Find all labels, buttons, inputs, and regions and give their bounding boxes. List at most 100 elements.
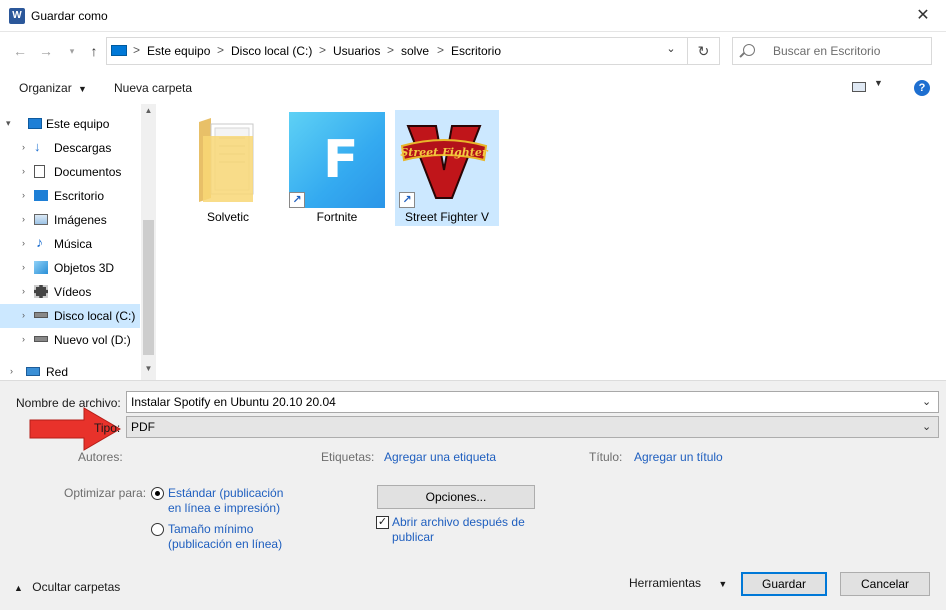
- file-item-label: Fortnite: [316, 210, 358, 224]
- tools-button[interactable]: Herramientas ▼: [629, 576, 727, 590]
- breadcrumb-solve[interactable]: solve: [401, 44, 429, 58]
- folder-icon: [199, 118, 254, 202]
- sidebar-item-escritorio[interactable]: › Escritorio: [0, 184, 140, 208]
- chevron-right-icon[interactable]: ›: [22, 190, 25, 200]
- options-button[interactable]: Opciones...: [377, 485, 535, 509]
- close-icon[interactable]: ✕: [908, 4, 938, 28]
- sidebar-item-documentos[interactable]: › Documentos: [0, 160, 140, 184]
- breadcrumb-separator: >: [319, 43, 327, 57]
- optimize-minimum-line1: Tamaño mínimo: [168, 522, 254, 536]
- word-icon: W: [9, 8, 25, 24]
- search-placeholder: Buscar en Escritorio: [773, 44, 881, 58]
- pictures-icon: [34, 214, 48, 225]
- optimize-minimum-radio[interactable]: [151, 523, 164, 536]
- title-bar: W Guardar como ✕: [0, 0, 946, 32]
- window-title: Guardar como: [31, 9, 108, 23]
- desktop-icon: [34, 190, 48, 201]
- new-folder-button[interactable]: Nueva carpeta: [114, 81, 192, 95]
- filename-field[interactable]: Instalar Spotify en Ubuntu 20.10 20.04 ⌄: [126, 391, 939, 413]
- breadcrumb-separator: >: [217, 43, 225, 57]
- chevron-down-icon[interactable]: ⌄: [922, 395, 931, 408]
- optimize-standard-line1: Estándar (publicación: [168, 486, 284, 500]
- address-bar[interactable]: > Este equipo > Disco local (C:) > Usuar…: [106, 37, 688, 65]
- sidebar-item-imagenes[interactable]: › Imágenes: [0, 208, 140, 232]
- svg-text:Street Fighter: Street Fighter: [400, 146, 488, 159]
- tags-label: Etiquetas:: [321, 450, 375, 464]
- add-tag-link[interactable]: Agregar una etiqueta: [384, 450, 496, 464]
- type-label: Tipo:: [94, 421, 121, 435]
- open-after-publish-checkbox[interactable]: ✓: [376, 516, 389, 529]
- cancel-button[interactable]: Cancelar: [840, 572, 930, 596]
- 3d-objects-icon: [34, 261, 48, 274]
- documents-icon: [34, 165, 45, 178]
- chevron-right-icon[interactable]: ›: [22, 166, 25, 176]
- help-icon[interactable]: ?: [914, 80, 930, 96]
- chevron-right-icon[interactable]: ›: [10, 366, 13, 376]
- scroll-up-icon[interactable]: ▲: [141, 106, 156, 120]
- view-options-icon[interactable]: [852, 82, 866, 92]
- organize-button[interactable]: Organizar ▼: [19, 81, 87, 95]
- sidebar-item-videos[interactable]: › Vídeos: [0, 280, 140, 304]
- breadcrumb-usuarios[interactable]: Usuarios: [333, 44, 380, 58]
- chevron-right-icon[interactable]: ›: [22, 310, 25, 320]
- filename-value: Instalar Spotify en Ubuntu 20.10 20.04: [131, 395, 336, 409]
- chevron-down-icon: ▼: [718, 579, 728, 589]
- breadcrumb-separator: >: [387, 43, 395, 57]
- add-title-link[interactable]: Agregar un título: [634, 450, 723, 464]
- chevron-right-icon[interactable]: ›: [22, 286, 25, 296]
- file-type-value: PDF: [131, 420, 155, 434]
- search-input[interactable]: Buscar en Escritorio: [732, 37, 932, 65]
- hide-folders-label: Ocultar carpetas: [32, 580, 121, 594]
- tools-label: Herramientas: [629, 576, 702, 590]
- breadcrumb-este-equipo[interactable]: Este equipo: [147, 44, 210, 58]
- open-after-publish-label[interactable]: Abrir archivo después de publicar: [392, 515, 525, 545]
- optimize-standard-label[interactable]: Estándar (publicación en línea e impresi…: [168, 486, 283, 516]
- sidebar-item-label: Documentos: [54, 165, 122, 179]
- sidebar-item-label: Descargas: [54, 141, 112, 155]
- file-type-select[interactable]: PDF ⌄: [126, 416, 939, 438]
- sidebar-item-objetos-3d[interactable]: › Objetos 3D: [0, 256, 140, 280]
- hide-folders-button[interactable]: ▲ Ocultar carpetas: [14, 580, 120, 594]
- save-button[interactable]: Guardar: [741, 572, 827, 596]
- file-item-label: Street Fighter V: [404, 210, 490, 224]
- sidebar-item-label: Objetos 3D: [54, 261, 115, 275]
- network-icon: [26, 367, 40, 376]
- chevron-right-icon[interactable]: ›: [22, 334, 25, 344]
- optimize-minimum-label[interactable]: Tamaño mínimo (publicación en línea): [168, 522, 282, 552]
- up-icon[interactable]: ↑: [84, 40, 104, 62]
- back-icon[interactable]: ←: [10, 40, 30, 62]
- sidebar-item-label: Escritorio: [54, 189, 105, 203]
- sidebar-item-nuevo-vol-d[interactable]: › Nuevo vol (D:): [0, 328, 140, 352]
- chevron-down-icon[interactable]: ▼: [874, 78, 883, 88]
- drive-icon: [34, 336, 48, 342]
- scrollbar-thumb[interactable]: [143, 220, 154, 355]
- chevron-right-icon[interactable]: ›: [22, 214, 25, 224]
- chevron-down-icon[interactable]: ⌄: [661, 42, 681, 60]
- scroll-down-icon[interactable]: ▼: [141, 364, 156, 378]
- title-label: Título:: [589, 450, 623, 464]
- breadcrumb-separator: >: [133, 43, 141, 57]
- sidebar-item-label: Este equipo: [46, 117, 110, 131]
- videos-icon: [34, 285, 48, 298]
- sidebar-item-descargas[interactable]: › ↓ Descargas: [0, 136, 140, 160]
- breadcrumb-escritorio[interactable]: Escritorio: [451, 44, 501, 58]
- sidebar-item-musica[interactable]: › ♪ Música: [0, 232, 140, 256]
- optimize-standard-radio[interactable]: [151, 487, 164, 500]
- sidebar-item-este-equipo[interactable]: Este equipo: [0, 112, 140, 136]
- chevron-right-icon[interactable]: ›: [22, 142, 25, 152]
- sidebar-item-label: Música: [54, 237, 93, 251]
- recent-dropdown-icon[interactable]: ▾: [62, 40, 82, 62]
- breadcrumb-disco-local[interactable]: Disco local (C:): [231, 44, 312, 58]
- refresh-icon[interactable]: ↻: [688, 37, 720, 65]
- chevron-right-icon[interactable]: ›: [22, 238, 25, 248]
- optimize-label: Optimizar para:: [64, 486, 147, 500]
- chevron-right-icon[interactable]: ›: [22, 262, 25, 272]
- organize-label: Organizar: [19, 81, 72, 95]
- sidebar-item-disco-local-c[interactable]: › Disco local (C:): [0, 304, 140, 328]
- open-after-line2: publicar: [392, 530, 435, 544]
- chevron-down-icon[interactable]: ⌄: [922, 420, 931, 433]
- shortcut-arrow-icon: ↗: [289, 192, 305, 208]
- sidebar-item-label: Vídeos: [54, 285, 92, 299]
- optimize-standard-line2: en línea e impresión): [168, 501, 281, 515]
- forward-icon[interactable]: →: [36, 40, 56, 62]
